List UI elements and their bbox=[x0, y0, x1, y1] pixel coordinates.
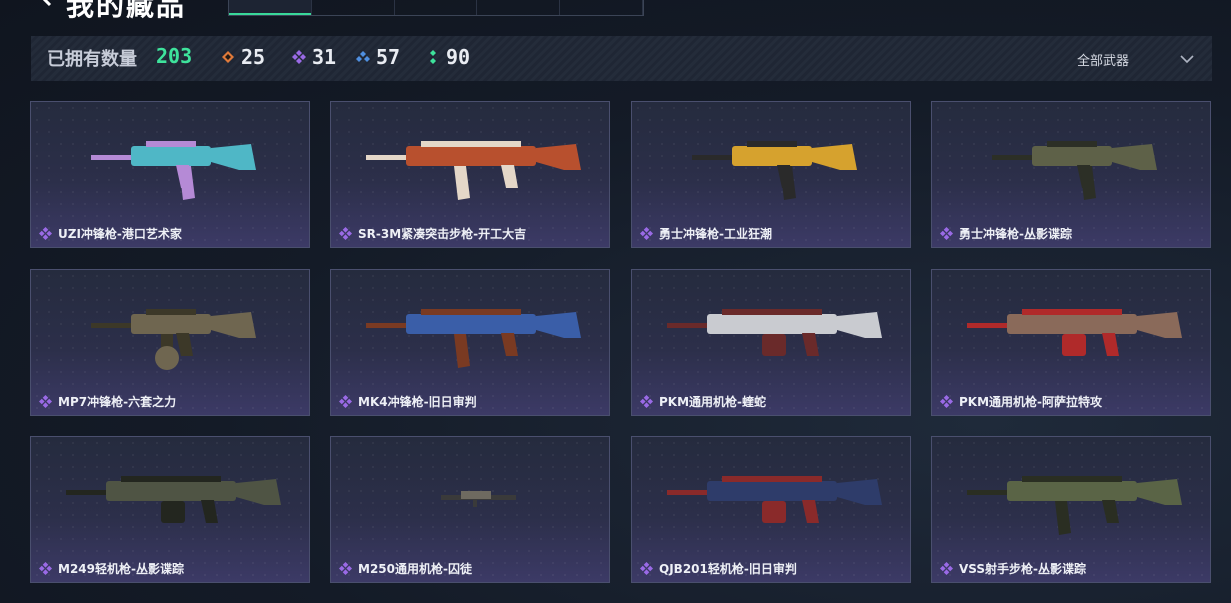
chevron-down-icon bbox=[1180, 55, 1194, 64]
weapon-image bbox=[667, 309, 882, 356]
weapon-image bbox=[91, 141, 256, 200]
item-card[interactable]: 勇士冲锋枪-丛影谍踪 bbox=[931, 101, 1211, 248]
rarity-green-count: 90 bbox=[446, 45, 471, 69]
rarity-blue-stat: 57 bbox=[356, 45, 400, 69]
item-card[interactable]: M249轻机枪-丛影谍踪 bbox=[30, 436, 310, 583]
page-title: 我的藏品 bbox=[66, 0, 187, 20]
item-name: 勇士冲锋枪-工业狂潮 bbox=[659, 227, 772, 241]
item-card[interactable]: UZI冲锋枪-港口艺术家 bbox=[30, 101, 310, 248]
item-name: UZI冲锋枪-港口艺术家 bbox=[58, 227, 182, 241]
item-card[interactable]: PKM通用机枪-阿萨拉特攻 bbox=[931, 269, 1211, 416]
purple-rarity-icon bbox=[39, 395, 52, 408]
purple-rarity-icon bbox=[339, 395, 352, 408]
purple-rarity-icon bbox=[940, 395, 953, 408]
weapon-image bbox=[967, 309, 1182, 356]
tab-2[interactable] bbox=[312, 0, 395, 15]
tab-3[interactable] bbox=[395, 0, 478, 15]
item-card[interactable]: MK4冲锋枪-旧日审判 bbox=[330, 269, 610, 416]
item-card[interactable]: M250通用机枪-囚徒 bbox=[330, 436, 610, 583]
item-card[interactable]: QJB201轻机枪-旧日审判 bbox=[631, 436, 911, 583]
item-card[interactable]: 勇士冲锋枪-工业狂潮 bbox=[631, 101, 911, 248]
item-name: 勇士冲锋枪-丛影谍踪 bbox=[959, 227, 1072, 241]
purple-rarity-icon bbox=[940, 227, 953, 240]
weapon-filter-label: 全部武器 bbox=[1077, 54, 1130, 69]
item-name: MP7冲锋枪-六套之力 bbox=[58, 395, 177, 409]
purple-rarity-icon bbox=[940, 562, 953, 575]
item-name: QJB201轻机枪-旧日审判 bbox=[659, 562, 797, 576]
tab-1[interactable] bbox=[229, 0, 312, 15]
purple-rarity-icon bbox=[640, 562, 653, 575]
tab-bar bbox=[228, 0, 644, 16]
item-name: VSS射手步枪-丛影谍踪 bbox=[959, 562, 1087, 576]
rarity-orange-stat: 25 bbox=[221, 45, 265, 69]
item-name: M250通用机枪-囚徒 bbox=[358, 562, 472, 576]
tab-4[interactable] bbox=[477, 0, 561, 15]
blue-diamond-icon bbox=[356, 51, 370, 62]
weapon-image bbox=[366, 141, 581, 200]
weapon-image bbox=[992, 141, 1157, 200]
owned-count-value: 203 bbox=[156, 44, 193, 68]
purple-rarity-icon bbox=[39, 227, 52, 240]
item-card[interactable]: VSS射手步枪-丛影谍踪 bbox=[931, 436, 1211, 583]
rarity-orange-count: 25 bbox=[241, 45, 266, 69]
item-card[interactable]: PKM通用机枪-蝰蛇 bbox=[631, 269, 911, 416]
weapon-image bbox=[967, 476, 1182, 535]
item-card[interactable]: MP7冲锋枪-六套之力 bbox=[30, 269, 310, 416]
purple-rarity-icon bbox=[640, 395, 653, 408]
rarity-blue-count: 57 bbox=[376, 45, 401, 69]
collection-stats-bar: 已拥有数量 203 25 31 57 90 全部武器 bbox=[31, 36, 1212, 81]
weapon-image bbox=[91, 309, 256, 370]
weapon-image bbox=[66, 476, 281, 523]
orange-diamond-icon bbox=[222, 51, 234, 63]
back-arrow-icon[interactable] bbox=[36, 0, 58, 8]
item-card[interactable]: SR-3M紧凑突击步枪-开工大吉 bbox=[330, 101, 610, 248]
purple-diamond-icon bbox=[292, 50, 306, 64]
weapon-filter-dropdown[interactable]: 全部武器 bbox=[1051, 36, 1211, 81]
item-name: PKM通用机枪-蝰蛇 bbox=[659, 395, 767, 409]
green-diamond-icon bbox=[430, 50, 436, 64]
weapon-image bbox=[441, 491, 516, 507]
tab-5[interactable] bbox=[560, 0, 643, 15]
weapon-image bbox=[667, 476, 882, 523]
purple-rarity-icon bbox=[339, 562, 352, 575]
purple-rarity-icon bbox=[39, 562, 52, 575]
item-name: PKM通用机枪-阿萨拉特攻 bbox=[959, 395, 1103, 409]
purple-rarity-icon bbox=[640, 227, 653, 240]
top-bar: 我的藏品 bbox=[0, 0, 1231, 20]
purple-rarity-icon bbox=[339, 227, 352, 240]
rarity-purple-count: 31 bbox=[312, 45, 337, 69]
weapon-image bbox=[366, 309, 581, 368]
rarity-purple-stat: 31 bbox=[292, 45, 336, 69]
weapon-image bbox=[692, 141, 857, 200]
item-name: MK4冲锋枪-旧日审判 bbox=[358, 395, 477, 409]
rarity-green-stat: 90 bbox=[426, 45, 470, 69]
owned-count-label: 已拥有数量 bbox=[47, 49, 137, 70]
item-name: M249轻机枪-丛影谍踪 bbox=[58, 562, 184, 576]
item-name: SR-3M紧凑突击步枪-开工大吉 bbox=[358, 227, 527, 241]
